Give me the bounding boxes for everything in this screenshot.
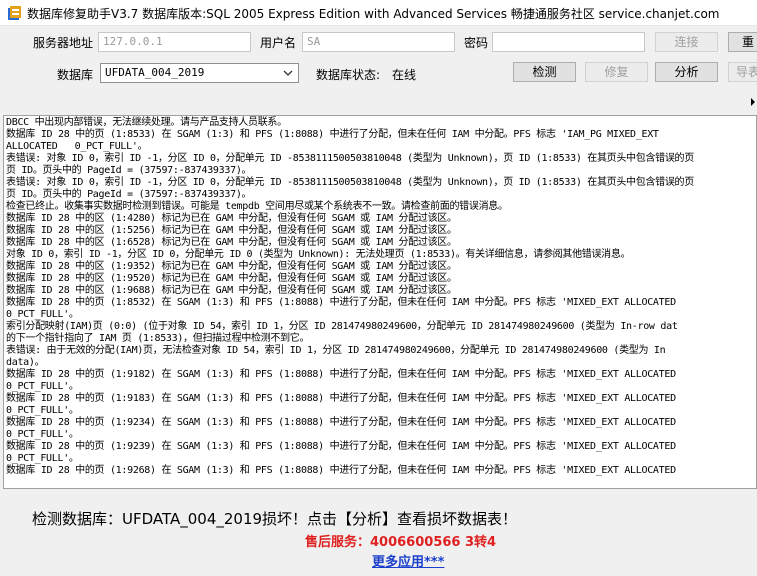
log-line: 的下一个指针指向了 IAM 页 (1:8533)，但扫描过程中检测不到它。 <box>6 333 310 344</box>
log-line: data)。 <box>6 357 45 368</box>
log-line: 表错误: 对象 ID 0，索引 ID -1，分区 ID 0，分配单元 ID -8… <box>6 153 694 164</box>
database-label: 数据库 <box>57 68 94 82</box>
check-button[interactable]: 检测 <box>513 62 576 82</box>
db-status-label: 数据库状态: <box>316 68 381 82</box>
log-line: 数据库 ID 28 中的区 (1:5256) 标记为已在 GAM 中分配，但没有… <box>6 225 457 236</box>
scroll-right-arrow-icon[interactable] <box>749 94 757 110</box>
log-line: 0_PCT_FULL'。 <box>6 381 79 392</box>
log-output[interactable]: DBCC 中出现内部错误，无法继续处理。请与产品支持人员联系。 数据库 ID 28… <box>3 115 757 489</box>
user-input[interactable]: SA <box>302 32 455 52</box>
log-lines: DBCC 中出现内部错误，无法继续处理。请与产品支持人员联系。 数据库 ID 28… <box>4 116 756 477</box>
reconnect-button[interactable]: 重 <box>728 32 757 52</box>
password-input[interactable] <box>492 32 645 52</box>
log-line: 数据库 ID 28 中的页 (1:9239) 在 SGAM (1:3) 和 PF… <box>6 441 676 452</box>
log-line: 表错误: 对象 ID 0，索引 ID -1，分区 ID 0，分配单元 ID -8… <box>6 177 694 188</box>
log-line: 0_PCT_FULL'。 <box>6 309 79 320</box>
more-apps-link[interactable]: 更多应用*** <box>372 551 444 570</box>
export-button[interactable]: 导表 <box>728 62 757 82</box>
database-repair-icon <box>8 6 21 20</box>
db-status-value: 在线 <box>392 68 417 82</box>
password-label: 密码 <box>464 36 489 50</box>
log-line: 页 ID。页头中的 PageId = (37597:-837439337)。 <box>6 165 252 176</box>
status-message: 检测数据库：UFDATA_004_2019损坏！点击【分析】查看损坏数据表！ <box>32 510 518 528</box>
log-line: 数据库 ID 28 中的页 (1:9182) 在 SGAM (1:3) 和 PF… <box>6 369 676 380</box>
log-line: ALLOCATED 0_PCT_FULL'。 <box>6 141 148 152</box>
log-line: 数据库 ID 28 中的区 (1:6528) 标记为已在 GAM 中分配，但没有… <box>6 237 457 248</box>
log-line: 数据库 ID 28 中的页 (1:9268) 在 SGAM (1:3) 和 PF… <box>6 465 676 476</box>
log-line: 0_PCT_FULL'。 <box>6 453 79 464</box>
title-bar: 数据库修复助手V3.7 数据库版本:SQL 2005 Express Editi… <box>0 0 757 26</box>
connect-button[interactable]: 连接 <box>655 32 718 52</box>
user-label: 用户名 <box>260 36 297 50</box>
window-title: 数据库修复助手V3.7 数据库版本:SQL 2005 Express Editi… <box>27 7 720 21</box>
log-line: 检查已终止。收集事实数据时检测到错误。可能是 tempdb 空间用尽或某个系统表… <box>6 201 508 212</box>
log-line: 数据库 ID 28 中的区 (1:9352) 标记为已在 GAM 中分配，但没有… <box>6 261 457 272</box>
log-line: 表错误: 由于无效的分配(IAM)页，无法检查对象 ID 54，索引 ID 1，… <box>6 345 666 356</box>
log-line: 页 ID。页头中的 PageId = (37597:-837439337)。 <box>6 189 252 200</box>
analyze-button[interactable]: 分析 <box>655 62 718 82</box>
log-line: 数据库 ID 28 中的页 (1:9183) 在 SGAM (1:3) 和 PF… <box>6 393 676 404</box>
log-line: 数据库 ID 28 中的区 (1:4280) 标记为已在 GAM 中分配，但没有… <box>6 213 457 224</box>
log-line: 数据库 ID 28 中的页 (1:8532) 在 SGAM (1:3) 和 PF… <box>6 297 676 308</box>
chevron-down-icon[interactable] <box>281 65 295 81</box>
log-line: 数据库 ID 28 中的区 (1:9688) 标记为已在 GAM 中分配，但没有… <box>6 285 457 296</box>
log-line: 索引分配映射(IAM)页 (0:0) (位于对象 ID 54，索引 ID 1，分… <box>6 321 678 332</box>
log-line: 数据库 ID 28 中的页 (1:9234) 在 SGAM (1:3) 和 PF… <box>6 417 676 428</box>
log-line: DBCC 中出现内部错误，无法继续处理。请与产品支持人员联系。 <box>6 117 287 128</box>
server-input[interactable]: 127.0.0.1 <box>98 32 251 52</box>
log-line: 数据库 ID 28 中的区 (1:9520) 标记为已在 GAM 中分配，但没有… <box>6 273 457 284</box>
hotline-text: 售后服务：4006600566 3转4 <box>305 535 497 550</box>
log-line: 对象 ID 0，索引 ID -1，分区 ID 0，分配单元 ID 0 (类型为 … <box>6 249 631 260</box>
repair-button[interactable]: 修复 <box>585 62 648 82</box>
database-select[interactable]: UFDATA_004_2019 <box>100 63 299 83</box>
server-label: 服务器地址 <box>33 36 94 50</box>
log-line: 数据库 ID 28 中的页 (1:8533) 在 SGAM (1:3) 和 PF… <box>6 129 659 140</box>
database-select-value: UFDATA_004_2019 <box>105 66 205 79</box>
log-line: 0_PCT_FULL'。 <box>6 429 79 440</box>
log-line: 0_PCT_FULL'。 <box>6 405 79 416</box>
